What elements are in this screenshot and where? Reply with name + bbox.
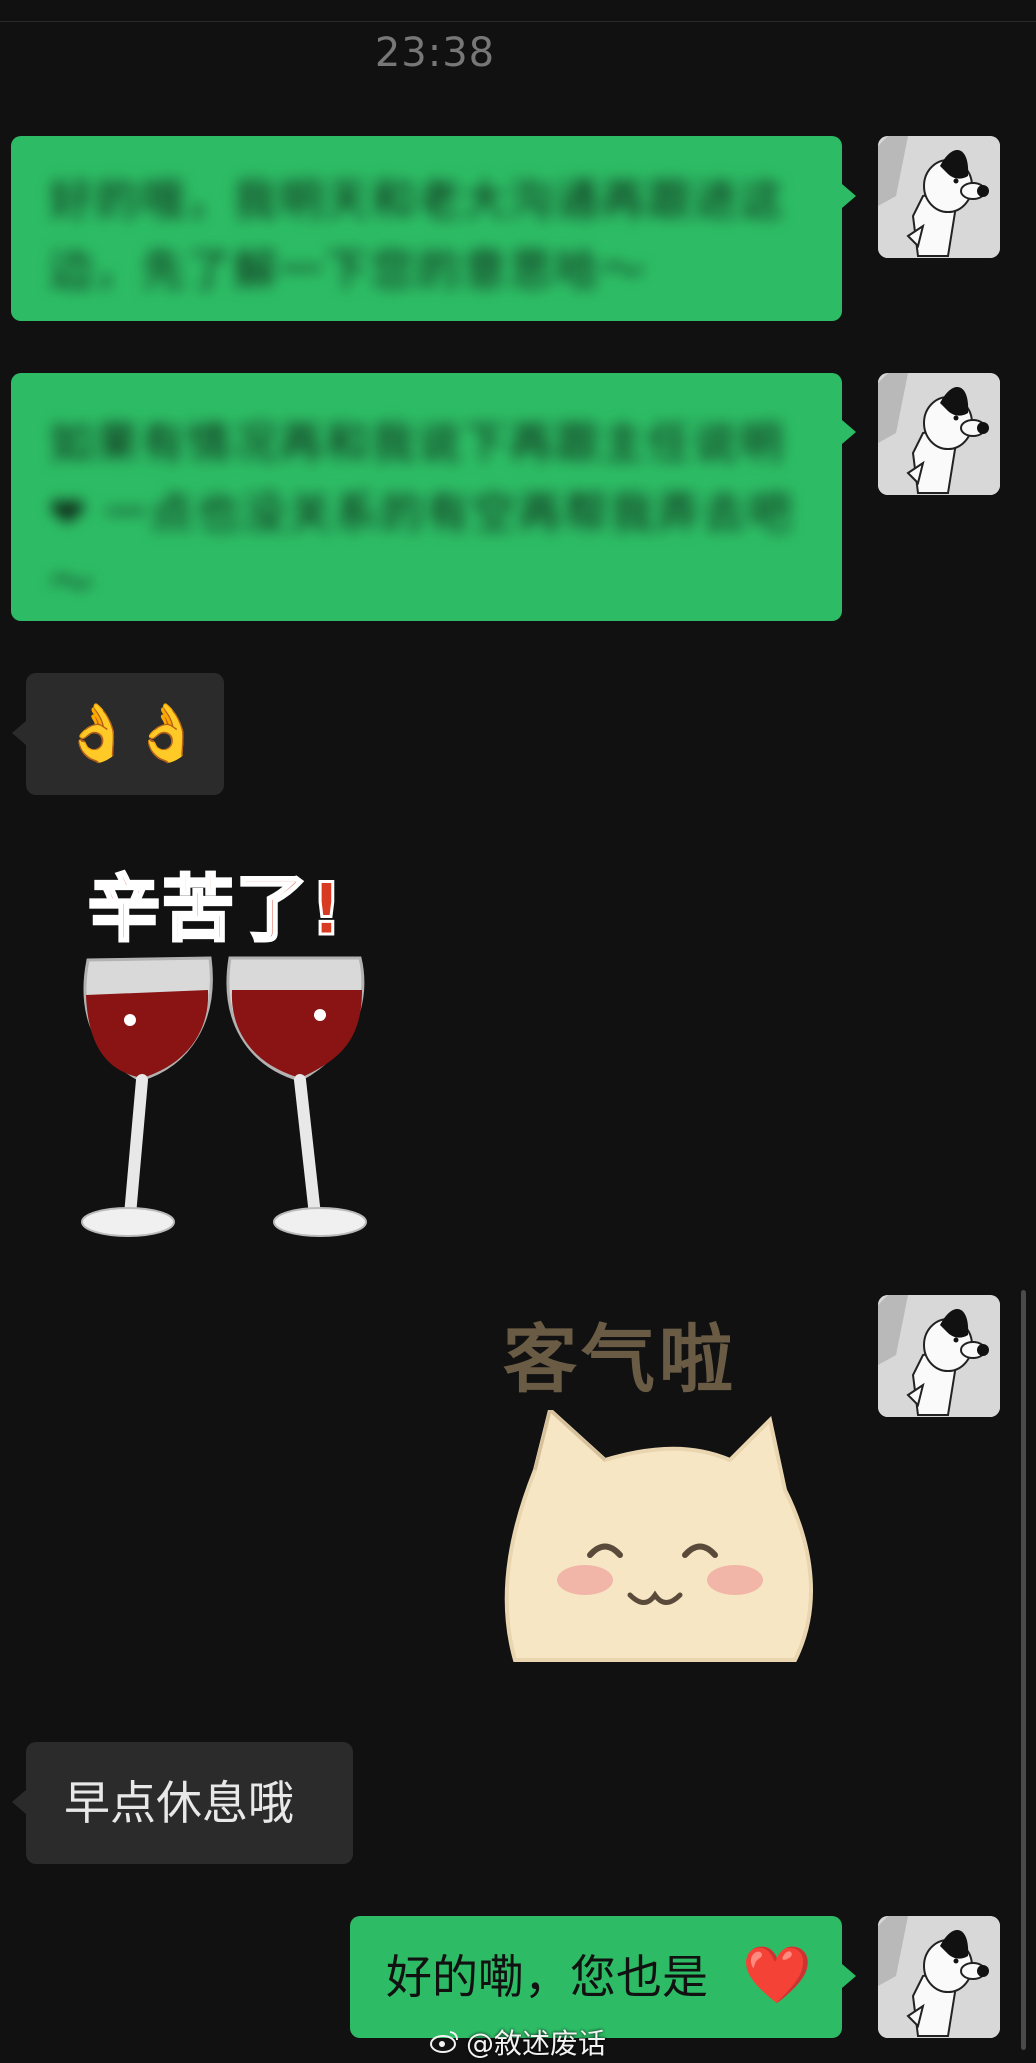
snoopy-avatar-icon <box>878 136 1000 258</box>
smiling-cat-sticker[interactable]: 客气啦 <box>495 1300 825 1680</box>
message-bubble-outgoing[interactable]: 好的哦，我明天和老大沟通再跟进这边，先了解一下您的意思哈～ <box>11 136 842 321</box>
bubble-tail <box>842 184 856 208</box>
cat-face-icon <box>504 1410 814 1662</box>
scrollbar[interactable] <box>1021 1290 1026 2050</box>
red-heart-emoji: ❤️ <box>742 1943 812 2008</box>
sticker-caption: 客气啦 <box>503 1317 737 1403</box>
avatar[interactable] <box>878 136 1000 258</box>
weibo-icon <box>430 2027 460 2060</box>
bubble-tail <box>842 420 856 444</box>
bubble-tail <box>842 1964 856 1988</box>
avatar[interactable] <box>878 1916 1000 2038</box>
message-bubble-incoming[interactable]: 早点休息哦 <box>26 1742 353 1864</box>
watermark: @敘述废话 <box>430 2022 606 2062</box>
bubble-tail <box>12 721 26 745</box>
sticker-caption: 辛苦了! <box>87 866 345 953</box>
ok-hand-emoji: 👌👌 <box>62 701 202 766</box>
avatar[interactable] <box>878 373 1000 495</box>
message-text: 早点休息哦 <box>64 1776 294 1830</box>
message-text: 好的嘞，您也是 <box>386 1950 708 2004</box>
snoopy-avatar-icon <box>878 1916 1000 2038</box>
top-divider <box>0 21 1036 22</box>
message-bubble-incoming[interactable]: 👌👌 <box>26 673 224 795</box>
chat-timestamp: 23:38 <box>374 30 496 76</box>
message-bubble-outgoing[interactable]: 如果有情况再和我说下再跟主任说明 ❤ 一点也没关系的有空再帮我弄去吧～ <box>11 373 842 621</box>
message-text-blurred: 好的哦，我明天和老大沟通再跟进这边，先了解一下您的意思哈～ <box>49 175 785 296</box>
snoopy-avatar-icon <box>878 1295 1000 1417</box>
avatar[interactable] <box>878 1295 1000 1417</box>
watermark-text: @敘述废话 <box>466 2027 607 2060</box>
message-bubble-outgoing[interactable]: 好的嘞，您也是 ❤️ <box>350 1916 842 2038</box>
wine-toast-sticker[interactable]: 辛苦了! <box>70 850 390 1240</box>
bubble-tail <box>12 1790 26 1814</box>
snoopy-avatar-icon <box>878 373 1000 495</box>
message-text-blurred: 如果有情况再和我说下再跟主任说明 ❤ 一点也没关系的有空再帮我弄去吧～ <box>49 418 801 609</box>
